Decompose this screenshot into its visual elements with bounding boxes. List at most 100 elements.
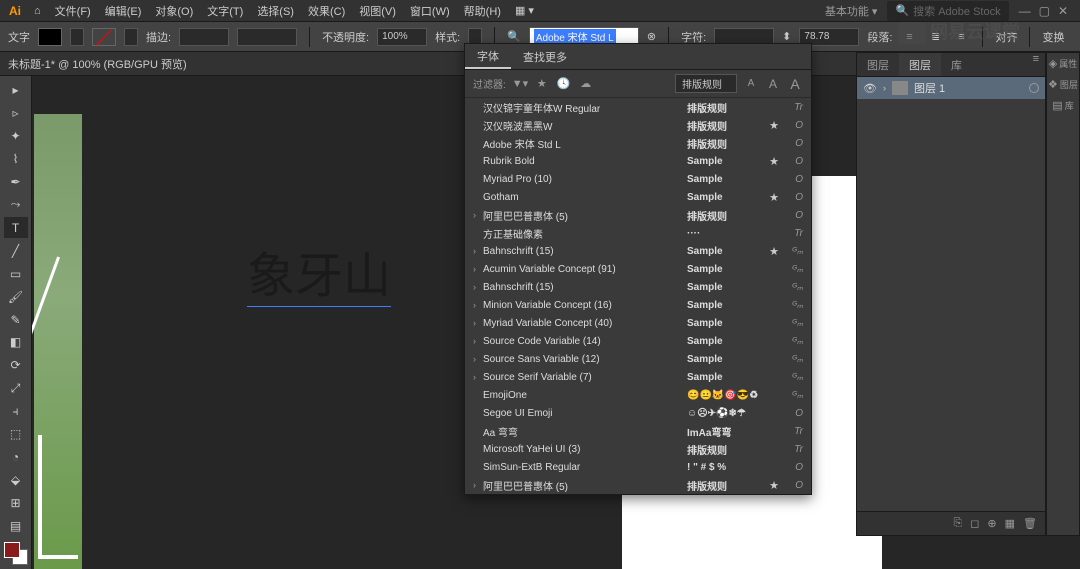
- rectangle-tool[interactable]: ▭: [4, 263, 28, 284]
- favorite-icon[interactable]: ★: [767, 479, 781, 492]
- preview-large[interactable]: A: [787, 76, 803, 92]
- paintbrush-tool[interactable]: 🖌: [4, 286, 28, 307]
- pen-tool[interactable]: ✒: [4, 172, 28, 193]
- layers-panel-icon[interactable]: ❖ 图层: [1048, 78, 1078, 91]
- chevron-right-icon[interactable]: ›: [883, 83, 886, 93]
- font-row[interactable]: Myriad Pro (10) Sample O: [465, 170, 811, 188]
- rotate-tool[interactable]: ⟳: [4, 355, 28, 376]
- font-row[interactable]: SimSun-ExtB Regular ! " # $ % O: [465, 458, 811, 476]
- sublayer-icon[interactable]: ⊕: [987, 517, 996, 530]
- menu-view[interactable]: 视图(V): [353, 3, 402, 19]
- align-center-icon[interactable]: ≣: [926, 28, 944, 46]
- clip-icon[interactable]: ◻: [970, 517, 979, 530]
- font-list[interactable]: 汉仪锦宇童年体W Regular 排版规则 Tr 汉仪晓波黑黑W 排版规则 ★ …: [465, 98, 811, 494]
- stroke-color[interactable]: [92, 28, 116, 46]
- expand-icon[interactable]: ›: [473, 318, 483, 328]
- maximize-button[interactable]: ▢: [1039, 4, 1050, 18]
- minimize-button[interactable]: —: [1019, 4, 1031, 18]
- layer-row[interactable]: 👁 › 图层 1: [857, 77, 1045, 99]
- menu-type[interactable]: 文字(T): [201, 3, 249, 19]
- eraser-tool[interactable]: ◧: [4, 332, 28, 353]
- panel-menu-icon[interactable]: ≡: [1027, 53, 1045, 76]
- font-row[interactable]: Gotham Sample ★ O: [465, 188, 811, 206]
- fg-color[interactable]: [4, 542, 20, 558]
- libraries-panel-icon[interactable]: ▤ 库: [1052, 99, 1073, 112]
- fill-color[interactable]: [38, 28, 62, 46]
- expand-icon[interactable]: ›: [473, 372, 483, 382]
- home-icon[interactable]: ⌂: [28, 5, 47, 17]
- menu-window[interactable]: 窗口(W): [404, 3, 456, 19]
- font-row[interactable]: Rubrik Bold Sample ★ O: [465, 152, 811, 170]
- stroke-style[interactable]: [237, 28, 297, 46]
- expand-icon[interactable]: ›: [473, 282, 483, 292]
- shaper-tool[interactable]: ✎: [4, 309, 28, 330]
- transform-label[interactable]: 变换: [1042, 29, 1064, 45]
- placed-image[interactable]: [34, 114, 82, 569]
- opacity-input[interactable]: [377, 28, 427, 46]
- sort-dropdown[interactable]: 排版规则: [675, 74, 737, 93]
- close-button[interactable]: ✕: [1058, 4, 1068, 18]
- fonts-tab[interactable]: 字体: [465, 44, 511, 69]
- menu-object[interactable]: 对象(O): [149, 3, 199, 19]
- align-right-icon[interactable]: ≡: [952, 28, 970, 46]
- font-row[interactable]: Microsoft YaHei UI (3) 排版规则 Tr: [465, 440, 811, 458]
- font-row[interactable]: EmojiOne 😊😐🐱🎯😎♻ ᴳₘ: [465, 386, 811, 404]
- find-more-tab[interactable]: 查找更多: [511, 44, 579, 69]
- panel-tab-libraries[interactable]: 库: [941, 53, 972, 76]
- menu-share-icon[interactable]: ▦ ▾: [509, 4, 540, 17]
- stroke-dropdown[interactable]: [124, 28, 138, 46]
- width-tool[interactable]: ⫞: [4, 401, 28, 422]
- menu-edit[interactable]: 编辑(E): [99, 3, 148, 19]
- font-row[interactable]: 方正基础像素 ···· Tr: [465, 224, 811, 242]
- layer-name[interactable]: 图层 1: [914, 80, 1023, 96]
- font-row[interactable]: Aa 弯弯 ImAa弯弯 Tr: [465, 422, 811, 440]
- line-tool[interactable]: ╱: [4, 240, 28, 261]
- workspace-switcher[interactable]: 基本功能 ▾: [817, 3, 886, 19]
- color-tools[interactable]: [4, 542, 28, 565]
- magic-wand-tool[interactable]: ✦: [4, 126, 28, 147]
- align-label[interactable]: 对齐: [995, 29, 1017, 45]
- font-row[interactable]: › Acumin Variable Concept (91) Sample ᴳₘ: [465, 260, 811, 278]
- favorite-icon[interactable]: ★: [767, 245, 781, 258]
- shape-builder-tool[interactable]: ◔: [4, 447, 28, 468]
- expand-icon[interactable]: ›: [473, 480, 483, 490]
- font-row[interactable]: › Bahnschrift (15) Sample ᴳₘ: [465, 278, 811, 296]
- preview-small[interactable]: A: [743, 78, 759, 89]
- expand-icon[interactable]: ›: [473, 210, 483, 220]
- perspective-tool[interactable]: ⬙: [4, 469, 28, 490]
- document-tab[interactable]: 未标题-1* @ 100% (RGB/GPU 预览): [8, 56, 187, 72]
- new-layer-icon[interactable]: ▦: [1005, 517, 1015, 530]
- expand-icon[interactable]: ›: [473, 300, 483, 310]
- scale-tool[interactable]: ⤢: [4, 378, 28, 399]
- text-object[interactable]: 象牙山: [247, 236, 391, 307]
- curvature-tool[interactable]: ⤳: [4, 195, 28, 216]
- stock-search[interactable]: 🔍搜索 Adobe Stock: [887, 1, 1008, 21]
- recent-filter-icon[interactable]: 🕓: [556, 77, 572, 90]
- target-icon[interactable]: [1029, 83, 1039, 93]
- font-row[interactable]: › Myriad Variable Concept (40) Sample ᴳₘ: [465, 314, 811, 332]
- visibility-icon[interactable]: 👁: [863, 82, 877, 95]
- font-row[interactable]: 汉仪锦宇童年体W Regular 排版规则 Tr: [465, 98, 811, 116]
- free-transform-tool[interactable]: ⬚: [4, 424, 28, 445]
- menu-select[interactable]: 选择(S): [251, 3, 300, 19]
- font-row[interactable]: › 阿里巴巴普惠体 (5) 排版规则 O: [465, 206, 811, 224]
- font-row[interactable]: › 阿里巴巴普惠体 (5) 排版规则 ★ O: [465, 476, 811, 494]
- favorite-icon[interactable]: ★: [767, 155, 781, 168]
- locate-icon[interactable]: ⎘: [953, 517, 962, 530]
- font-row[interactable]: › Source Code Variable (14) Sample ᴳₘ: [465, 332, 811, 350]
- expand-icon[interactable]: ›: [473, 246, 483, 256]
- font-row[interactable]: › Bahnschrift (15) Sample ★ ᴳₘ: [465, 242, 811, 260]
- favorite-icon[interactable]: ★: [767, 191, 781, 204]
- expand-icon[interactable]: ›: [473, 336, 483, 346]
- align-left-icon[interactable]: ≡: [900, 28, 918, 46]
- gradient-tool[interactable]: ▤: [4, 515, 28, 536]
- type-tool[interactable]: T: [4, 217, 28, 238]
- menu-effect[interactable]: 效果(C): [302, 3, 351, 19]
- panel-tab-1[interactable]: 图层: [857, 53, 899, 76]
- properties-panel-icon[interactable]: ◈ 属性: [1049, 57, 1077, 70]
- menu-file[interactable]: 文件(F): [49, 3, 97, 19]
- font-row[interactable]: › Source Serif Variable (7) Sample ᴳₘ: [465, 368, 811, 386]
- font-row[interactable]: › Source Sans Variable (12) Sample ᴳₘ: [465, 350, 811, 368]
- font-row[interactable]: Adobe 宋体 Std L 排版规则 O: [465, 134, 811, 152]
- font-row[interactable]: › Minion Variable Concept (16) Sample ᴳₘ: [465, 296, 811, 314]
